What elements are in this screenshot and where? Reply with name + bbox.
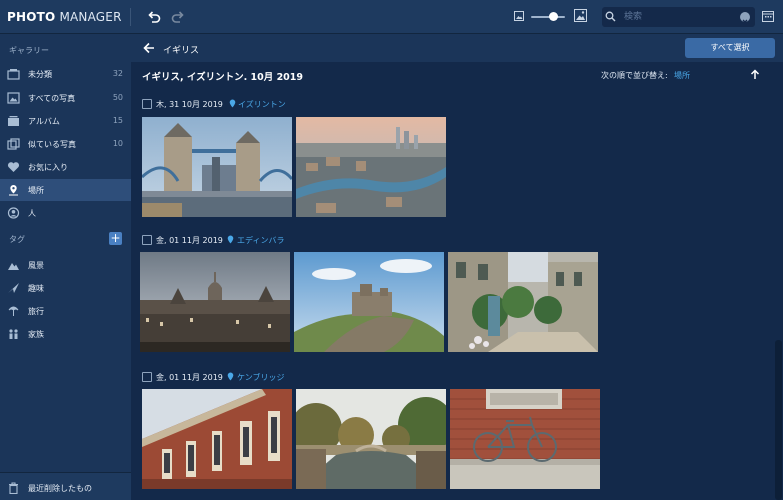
- page-title: イギリス, イズリントン. 10月 2019: [142, 72, 304, 83]
- select-all-button[interactable]: すべて選択: [685, 38, 775, 58]
- sidebar-item-label: 家族: [28, 330, 44, 339]
- recently-deleted-item[interactable]: 最近削除したもの: [0, 472, 131, 500]
- sort-label: 次の順で並び替え:: [601, 71, 668, 80]
- thumbnail-small-icon[interactable]: [514, 11, 524, 21]
- back-arrow-icon[interactable]: [143, 42, 155, 54]
- group-date: 金, 01 11月 2019: [156, 373, 223, 382]
- photo-edinburgh-castle[interactable]: [294, 252, 444, 352]
- sidebar-tag-hobby[interactable]: 趣味: [0, 277, 131, 299]
- close-icon: [742, 19, 748, 25]
- photo-edinburgh-skyline[interactable]: [140, 252, 290, 352]
- scrollbar-thumb[interactable]: [775, 340, 782, 500]
- sidebar-item-label: 旅行: [28, 307, 44, 316]
- location-pin-icon: [229, 99, 236, 108]
- photo-cambridge-building[interactable]: [142, 389, 292, 489]
- sidebar-item-albums[interactable]: アルバム 15: [0, 110, 131, 132]
- thumbnail-large-icon[interactable]: [574, 9, 587, 22]
- location-icon: [9, 185, 18, 196]
- photos-icon: [7, 92, 20, 104]
- redo-icon[interactable]: [170, 9, 186, 25]
- day-group-header: 金, 01 11月 2019 ケンブリッジ: [142, 371, 392, 385]
- trash-icon: [9, 482, 18, 494]
- photo-tower-bridge[interactable]: [142, 117, 292, 217]
- photo-edinburgh-mews[interactable]: [448, 252, 598, 352]
- add-tag-button[interactable]: +: [109, 232, 122, 245]
- sidebar-tag-family[interactable]: 家族: [0, 323, 131, 345]
- group-date: 木, 31 10月 2019: [156, 100, 223, 109]
- group-select-checkbox[interactable]: [142, 99, 152, 109]
- photo-bicycle-wall[interactable]: [450, 389, 600, 489]
- sidebar-tag-landscape[interactable]: 風景: [0, 254, 131, 276]
- zoom-slider-thumb[interactable]: [549, 12, 558, 21]
- search-input[interactable]: [624, 9, 734, 25]
- group-select-checkbox[interactable]: [142, 372, 152, 382]
- sidebar-item-count: 50: [112, 93, 123, 102]
- sidebar-tag-travel[interactable]: 旅行: [0, 300, 131, 322]
- app-logo: PHOTO MANAGER: [7, 10, 122, 24]
- sidebar-item-similar[interactable]: 似ている写真 10: [0, 133, 131, 155]
- sort-dropdown[interactable]: 場所: [674, 70, 690, 81]
- sidebar-item-label: すべての写真: [28, 94, 76, 103]
- sidebar-item-count: 10: [112, 139, 123, 148]
- travel-icon: [8, 306, 19, 316]
- sidebar-item-favorites[interactable]: お気に入り: [0, 156, 131, 178]
- sidebar-item-count: 15: [112, 116, 123, 125]
- tags-section-label: タグ: [9, 235, 25, 244]
- sidebar-item-label: 似ている写真: [28, 140, 76, 149]
- family-icon: [9, 329, 18, 339]
- day-group-header: 金, 01 11月 2019 エディンバラ: [142, 234, 392, 248]
- group-place-link[interactable]: エディンバラ: [237, 235, 284, 246]
- sort-direction-icon[interactable]: [750, 69, 760, 80]
- hobby-icon: [8, 283, 19, 293]
- sidebar-item-label: 風景: [28, 261, 44, 270]
- sidebar-item-label: 場所: [28, 186, 44, 195]
- sidebar-item-count: 32: [112, 69, 123, 78]
- sidebar-item-all-photos[interactable]: すべての写真 50: [0, 87, 131, 109]
- sidebar-item-label: アルバム: [28, 117, 60, 126]
- location-pin-icon: [227, 235, 234, 244]
- sidebar-item-label: 未分類: [28, 70, 52, 79]
- day-group-header: 木, 31 10月 2019 イズリントン: [142, 98, 392, 112]
- sidebar-item-label: 趣味: [28, 284, 44, 293]
- album-icon: [8, 116, 19, 126]
- sidebar-item-label: 人: [28, 209, 36, 218]
- group-place-link[interactable]: イズリントン: [238, 99, 286, 110]
- search-icon: [605, 11, 616, 22]
- group-date: 金, 01 11月 2019: [156, 236, 223, 245]
- undo-icon[interactable]: [146, 9, 162, 25]
- group-select-checkbox[interactable]: [142, 235, 152, 245]
- sidebar-item-label: お気に入り: [28, 163, 68, 172]
- clear-search-button[interactable]: [740, 12, 750, 25]
- person-icon: [7, 207, 20, 219]
- uncategorized-icon: [7, 69, 20, 80]
- gallery-section-label: ギャラリー: [9, 46, 49, 55]
- photo-london-aerial[interactable]: [296, 117, 446, 217]
- heart-icon: [7, 162, 20, 172]
- similar-icon: [7, 138, 20, 150]
- location-pin-icon: [227, 372, 234, 381]
- breadcrumb: イギリス: [163, 46, 200, 56]
- sidebar-item-places[interactable]: 場所: [0, 179, 131, 201]
- group-place-link[interactable]: ケンブリッジ: [237, 372, 285, 383]
- photo-cambridge-river[interactable]: [296, 389, 446, 489]
- sidebar-item-uncategorized[interactable]: 未分類 32: [0, 63, 131, 85]
- toolbar-divider: [130, 8, 131, 26]
- sidebar-item-people[interactable]: 人: [0, 202, 131, 224]
- calendar-icon[interactable]: [762, 10, 774, 22]
- zoom-slider-track[interactable]: [531, 16, 565, 18]
- landscape-icon: [8, 263, 19, 270]
- recently-deleted-label: 最近削除したもの: [28, 484, 92, 493]
